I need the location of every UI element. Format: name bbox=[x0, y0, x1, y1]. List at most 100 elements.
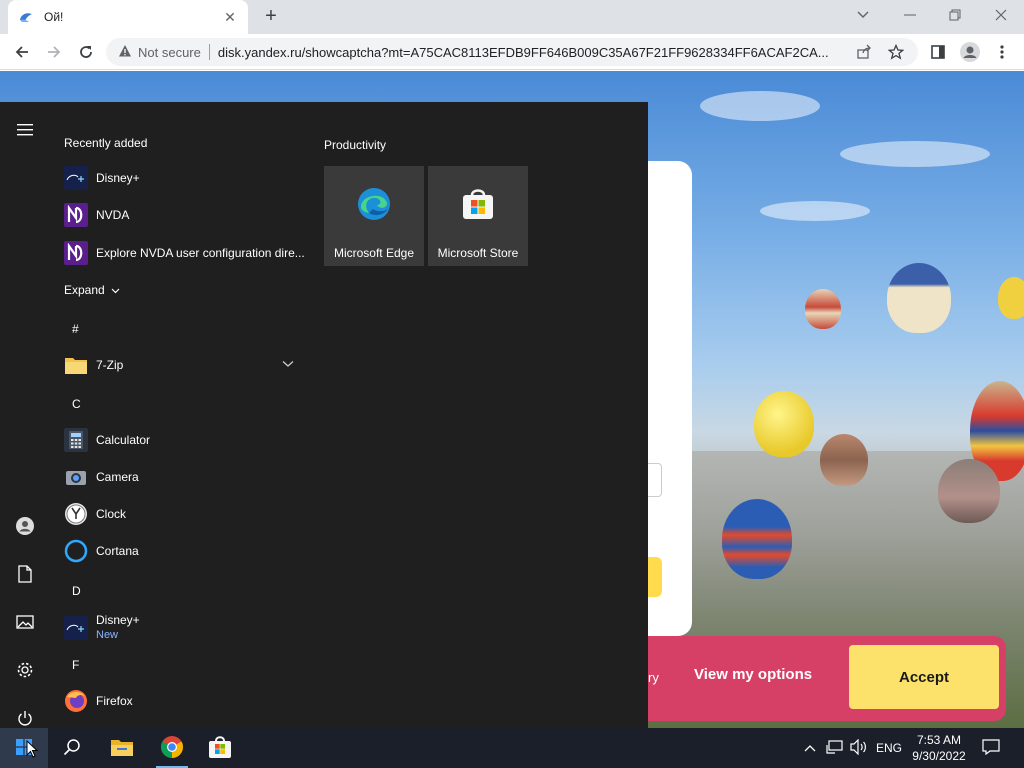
browser-tab[interactable]: Ой! ✕ bbox=[8, 0, 248, 34]
cloud bbox=[840, 141, 990, 167]
group-letter-c[interactable]: C bbox=[72, 397, 81, 411]
folder-icon bbox=[64, 353, 88, 377]
calculator-icon bbox=[64, 428, 88, 452]
cortana-icon bbox=[64, 539, 88, 563]
disney-plus-icon bbox=[64, 166, 88, 190]
nvda-icon bbox=[64, 241, 88, 265]
minimize-button[interactable] bbox=[895, 4, 925, 26]
app-label: Calculator bbox=[96, 433, 151, 447]
new-tab-button[interactable]: + bbox=[260, 6, 282, 28]
app-calculator[interactable]: Calculator bbox=[64, 426, 304, 454]
network-button[interactable] bbox=[826, 728, 844, 768]
edge-icon bbox=[357, 187, 391, 224]
network-icon bbox=[826, 739, 844, 758]
app-cortana[interactable]: Cortana bbox=[64, 537, 304, 565]
hamburger-menu-icon[interactable] bbox=[13, 118, 37, 142]
group-letter-hash[interactable]: # bbox=[72, 322, 79, 336]
pictures-icon[interactable] bbox=[13, 610, 37, 634]
restore-button[interactable] bbox=[940, 4, 970, 26]
productivity-heading: Productivity bbox=[324, 138, 387, 152]
action-center-button[interactable] bbox=[982, 728, 1000, 768]
chevron-up-icon bbox=[804, 741, 816, 755]
close-tab-icon[interactable]: ✕ bbox=[222, 9, 238, 25]
clock-icon bbox=[64, 502, 88, 526]
recent-app-label: Explore NVDA user configuration dire... bbox=[96, 246, 305, 260]
mouse-cursor-icon bbox=[26, 739, 39, 761]
tile-microsoft-store[interactable]: Microsoft Store bbox=[428, 166, 528, 266]
app-label: Disney+ bbox=[96, 613, 140, 627]
clock-date: 9/30/2022 bbox=[912, 749, 966, 763]
profile-avatar[interactable] bbox=[958, 40, 982, 64]
browser-menu-icon[interactable] bbox=[990, 40, 1014, 64]
expand-label: Expand bbox=[64, 283, 105, 297]
accept-button[interactable]: Accept bbox=[849, 645, 999, 709]
documents-icon[interactable] bbox=[13, 562, 37, 586]
file-explorer-button[interactable] bbox=[98, 728, 146, 768]
app-disney-plus[interactable]: Disney+ New bbox=[64, 612, 304, 644]
tab-title: Ой! bbox=[44, 10, 64, 24]
disney-plus-icon bbox=[64, 616, 88, 640]
taskbar: ENG 7:53 AM 9/30/2022 bbox=[0, 728, 1024, 768]
app-camera[interactable]: Camera bbox=[64, 463, 304, 491]
app-firefox[interactable]: Firefox bbox=[64, 687, 304, 715]
reload-button[interactable] bbox=[74, 40, 98, 64]
tab-search-chevron-icon[interactable] bbox=[848, 4, 878, 26]
recent-app-label: NVDA bbox=[96, 208, 130, 222]
app-label: Camera bbox=[96, 470, 139, 484]
address-bar[interactable]: Not secure disk.yandex.ru/showcaptcha?mt… bbox=[106, 38, 918, 66]
start-menu: Recently added Disney+ NVDA Explore NVDA… bbox=[0, 102, 648, 728]
expand-recent-button[interactable]: Expand bbox=[64, 276, 304, 304]
recent-app-label: Disney+ bbox=[96, 171, 140, 185]
hot-air-balloon bbox=[938, 459, 1000, 523]
firefox-icon bbox=[64, 689, 88, 713]
url-text[interactable]: disk.yandex.ru/showcaptcha?mt=A75CAC8113… bbox=[218, 45, 838, 60]
user-account-icon[interactable] bbox=[13, 514, 37, 538]
file-explorer-icon bbox=[110, 737, 134, 760]
nvda-icon bbox=[64, 203, 88, 227]
tile-label: Microsoft Store bbox=[437, 246, 519, 260]
app-label: 7-Zip bbox=[96, 358, 124, 372]
app-clock[interactable]: Clock bbox=[64, 500, 304, 528]
settings-gear-icon[interactable] bbox=[13, 658, 37, 682]
back-button[interactable] bbox=[10, 40, 34, 64]
bookmark-star-icon[interactable] bbox=[887, 43, 905, 63]
warning-icon[interactable] bbox=[118, 44, 132, 61]
recently-added-heading: Recently added bbox=[64, 136, 148, 150]
captcha-submit-edge[interactable] bbox=[648, 557, 662, 597]
search-icon bbox=[63, 738, 81, 759]
chrome-taskbar-button[interactable] bbox=[148, 728, 196, 768]
app-7zip[interactable]: 7-Zip bbox=[64, 351, 304, 379]
volume-button[interactable] bbox=[850, 728, 868, 768]
clock-time: 7:53 AM bbox=[916, 733, 962, 747]
tile-label: Microsoft Edge bbox=[333, 246, 415, 260]
close-window-button[interactable] bbox=[986, 4, 1016, 26]
group-letter-d[interactable]: D bbox=[72, 584, 81, 598]
side-panel-button[interactable] bbox=[926, 40, 950, 64]
app-label-group: Disney+ New bbox=[96, 613, 140, 643]
security-label[interactable]: Not secure bbox=[138, 45, 201, 60]
search-button[interactable] bbox=[48, 728, 96, 768]
recent-app-nvda-config[interactable]: Explore NVDA user configuration dire... bbox=[64, 239, 308, 267]
chevron-down-icon[interactable] bbox=[282, 357, 298, 373]
app-list: Recently added Disney+ NVDA Explore NVDA… bbox=[64, 102, 308, 728]
recent-app-disney-plus[interactable]: Disney+ bbox=[64, 164, 304, 192]
system-clock[interactable]: 7:53 AM 9/30/2022 bbox=[908, 732, 970, 764]
recent-app-nvda[interactable]: NVDA bbox=[64, 201, 304, 229]
show-hidden-icons-button[interactable] bbox=[804, 728, 816, 768]
hot-air-balloon bbox=[998, 277, 1024, 319]
forward-button[interactable] bbox=[42, 40, 66, 64]
hot-air-balloon bbox=[820, 434, 868, 486]
power-icon[interactable] bbox=[13, 706, 37, 730]
tile-microsoft-edge[interactable]: Microsoft Edge bbox=[324, 166, 424, 266]
yandex-disk-favicon-icon bbox=[18, 9, 34, 25]
hot-air-balloon bbox=[722, 499, 792, 579]
group-letter-f[interactable]: F bbox=[72, 658, 79, 672]
start-button[interactable] bbox=[0, 728, 48, 768]
cookie-consent-banner: ry View my options Accept bbox=[648, 636, 1006, 721]
captcha-input-edge[interactable] bbox=[648, 463, 662, 497]
tab-strip: Ой! ✕ + bbox=[0, 0, 1024, 34]
share-icon[interactable] bbox=[856, 44, 872, 63]
view-my-options-button[interactable]: View my options bbox=[694, 666, 812, 683]
input-language[interactable]: ENG bbox=[876, 728, 902, 768]
store-taskbar-button[interactable] bbox=[196, 728, 244, 768]
